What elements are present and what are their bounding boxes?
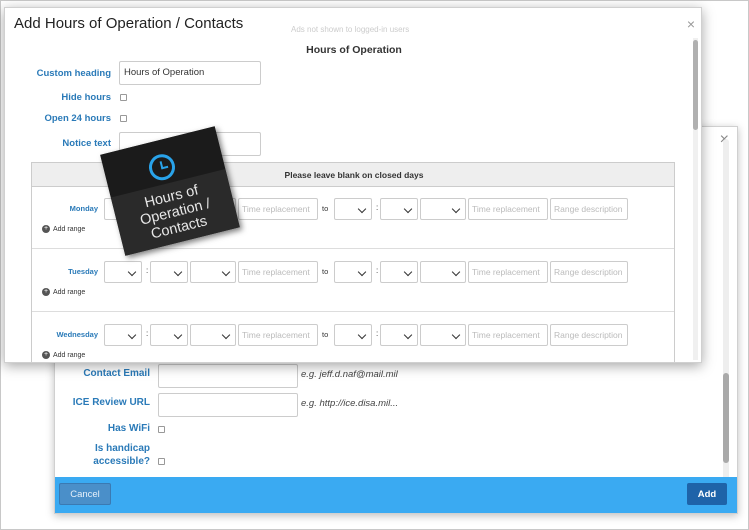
day-name: Tuesday xyxy=(68,267,98,276)
time-replacement-input[interactable]: Time replacement xyxy=(238,324,318,346)
contact-email-label: Contact Email xyxy=(83,368,150,379)
custom-heading-input[interactable]: Hours of Operation xyxy=(119,61,261,85)
open-24-checkbox[interactable] xyxy=(120,115,127,122)
range-description-input[interactable]: Range description xyxy=(550,198,628,220)
add-range-link[interactable]: + Add range xyxy=(42,288,85,296)
scrollbar-thumb[interactable] xyxy=(723,373,729,463)
chevron-down-icon xyxy=(357,267,367,277)
close-minute-select[interactable] xyxy=(380,261,418,283)
close-minute-select[interactable] xyxy=(380,198,418,220)
has-wifi-checkbox[interactable] xyxy=(158,426,165,433)
section-header: Hours of Operation xyxy=(306,44,402,56)
screenshot-stage: × Contact Email e.g. jeff.d.naf@mail.mil… xyxy=(0,0,749,530)
scrollbar[interactable] xyxy=(723,139,729,509)
to-label: to xyxy=(322,267,329,276)
contact-email-hint: e.g. jeff.d.naf@mail.mil xyxy=(301,369,398,380)
chevron-down-icon xyxy=(357,204,367,214)
open-minute-select[interactable] xyxy=(150,261,188,283)
open-24-label: Open 24 hours xyxy=(44,113,111,124)
chevron-down-icon xyxy=(173,267,183,277)
chevron-down-icon xyxy=(451,330,461,340)
colon: : xyxy=(376,266,379,275)
open-minute-select[interactable] xyxy=(150,324,188,346)
ice-url-hint: e.g. http://ice.disa.mil... xyxy=(301,398,399,409)
close-ampm-select[interactable] xyxy=(420,198,466,220)
time-replacement-input[interactable]: Time replacement xyxy=(238,261,318,283)
ice-url-row: ICE Review URL e.g. http://ice.disa.mil.… xyxy=(55,393,695,417)
chevron-down-icon xyxy=(173,330,183,340)
chevron-down-icon xyxy=(451,204,461,214)
chevron-down-icon xyxy=(403,267,413,277)
close-hour-select[interactable] xyxy=(334,261,372,283)
close-minute-select[interactable] xyxy=(380,324,418,346)
handicap-label-line1: Is handicap xyxy=(94,443,150,454)
add-button[interactable]: Add xyxy=(687,483,727,505)
plus-icon: + xyxy=(42,225,50,233)
handicap-label-line2: accessible? xyxy=(93,456,150,467)
day-name: Monday xyxy=(69,204,98,213)
handicap-checkbox[interactable] xyxy=(158,458,165,465)
custom-heading-label: Custom heading xyxy=(36,68,111,79)
plus-icon: + xyxy=(42,351,50,359)
chevron-down-icon xyxy=(357,330,367,340)
add-range-label: Add range xyxy=(53,288,86,296)
colon: : xyxy=(376,329,379,338)
plus-icon: + xyxy=(42,288,50,296)
time-replacement-input[interactable]: Time replacement xyxy=(468,198,548,220)
has-wifi-row: Has WiFi xyxy=(55,419,695,443)
cancel-button[interactable]: Cancel xyxy=(59,483,111,505)
day-name: Wednesday xyxy=(56,330,98,339)
hide-hours-label: Hide hours xyxy=(61,92,111,103)
open-hour-select[interactable] xyxy=(104,324,142,346)
range-description-input[interactable]: Range description xyxy=(550,261,628,283)
day-row-tuesday: Tuesday : Time replacement to : Time rep… xyxy=(32,250,674,312)
open-hour-select[interactable] xyxy=(104,261,142,283)
to-label: to xyxy=(322,204,329,213)
contact-email-input[interactable] xyxy=(158,364,298,388)
chevron-down-icon xyxy=(221,267,231,277)
add-range-link[interactable]: + Add range xyxy=(42,225,85,233)
has-wifi-label: Has WiFi xyxy=(107,423,150,434)
contact-email-row: Contact Email e.g. jeff.d.naf@mail.mil xyxy=(55,364,695,388)
close-ampm-select[interactable] xyxy=(420,324,466,346)
colon: : xyxy=(376,203,379,212)
chevron-down-icon xyxy=(451,267,461,277)
hide-hours-checkbox[interactable] xyxy=(120,94,127,101)
day-row-wednesday: Wednesday : Time replacement to : Time r… xyxy=(32,313,674,362)
add-range-link[interactable]: + Add range xyxy=(42,351,85,359)
close-hour-select[interactable] xyxy=(334,324,372,346)
add-range-label: Add range xyxy=(53,351,86,359)
chevron-down-icon xyxy=(221,330,231,340)
chevron-down-icon xyxy=(403,330,413,340)
add-range-label: Add range xyxy=(53,225,86,233)
ice-url-input[interactable] xyxy=(158,393,298,417)
ice-url-label: ICE Review URL xyxy=(72,397,150,408)
time-replacement-input[interactable]: Time replacement xyxy=(468,324,548,346)
chevron-down-icon xyxy=(127,267,137,277)
chevron-down-icon xyxy=(403,204,413,214)
open-ampm-select[interactable] xyxy=(190,261,236,283)
time-replacement-input[interactable]: Time replacement xyxy=(468,261,548,283)
range-description-input[interactable]: Range description xyxy=(550,324,628,346)
colon: : xyxy=(146,329,149,338)
background-notice: Ads not shown to logged-in users xyxy=(291,25,410,34)
chevron-down-icon xyxy=(127,330,137,340)
to-label: to xyxy=(322,330,329,339)
open-ampm-select[interactable] xyxy=(190,324,236,346)
close-hour-select[interactable] xyxy=(334,198,372,220)
dialog-title: Add Hours of Operation / Contacts xyxy=(14,15,244,32)
close-ampm-select[interactable] xyxy=(420,261,466,283)
handicap-row: Is handicap accessible? xyxy=(55,441,695,471)
notice-text-label: Notice text xyxy=(62,138,111,149)
close-icon[interactable]: × xyxy=(687,16,695,32)
scrollbar[interactable] xyxy=(693,38,698,360)
scrollbar-thumb[interactable] xyxy=(693,40,698,130)
colon: : xyxy=(146,266,149,275)
time-replacement-input[interactable]: Time replacement xyxy=(238,198,318,220)
dialog-footer: Cancel Add xyxy=(55,477,737,513)
